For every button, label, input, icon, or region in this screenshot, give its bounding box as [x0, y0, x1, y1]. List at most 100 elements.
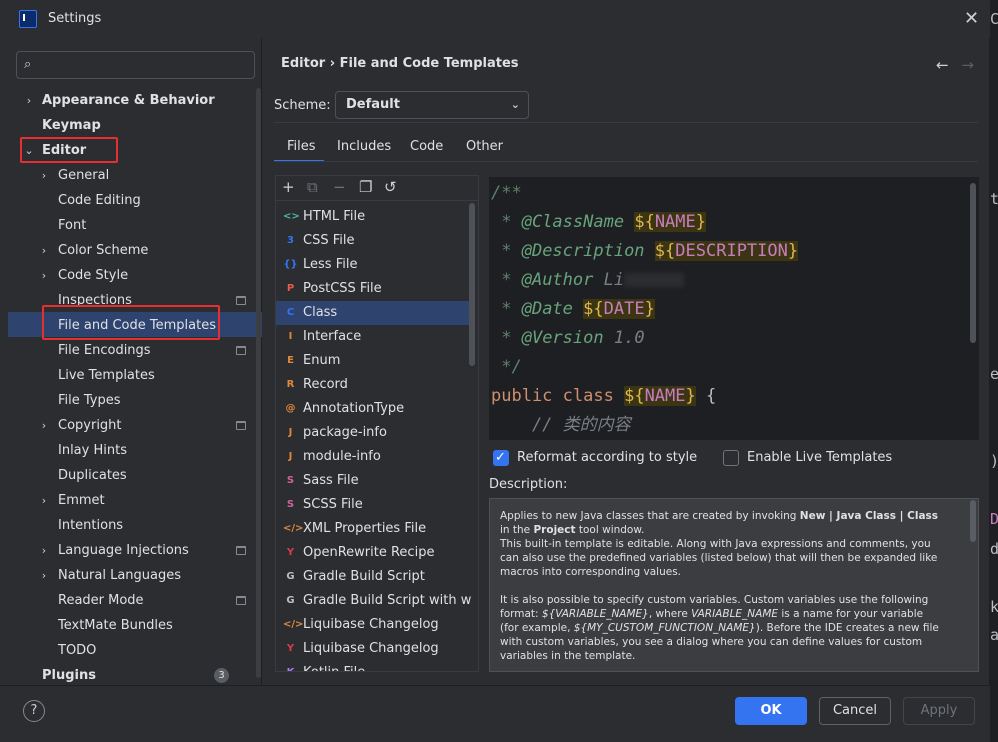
sidebar-item-natural-languages[interactable]: Natural Languages	[58, 563, 181, 588]
record-icon: R	[286, 379, 295, 390]
forward-arrow-icon[interactable]: →	[961, 56, 974, 74]
chevron-right-icon[interactable]: ›	[39, 419, 49, 432]
tabs-divider	[274, 161, 978, 162]
scheme-value: Default	[346, 97, 400, 112]
sidebar-item-todo[interactable]: TODO	[58, 638, 96, 663]
sidebar-item-font[interactable]: Font	[58, 213, 86, 238]
template-item[interactable]: I Interface	[276, 325, 472, 349]
class-icon: C	[286, 307, 295, 318]
template-item[interactable]: G Gradle Build Script with wrapp	[276, 589, 472, 613]
sidebar-item-file-encodings[interactable]: File Encodings	[58, 338, 151, 363]
template-item[interactable]: Y Liquibase Changelog	[276, 637, 472, 661]
chevron-right-icon[interactable]: ›	[39, 244, 49, 257]
template-item[interactable]: Jmodule-info	[276, 445, 472, 469]
add-icon[interactable]: +	[282, 178, 295, 196]
template-item[interactable]: E Enum	[276, 349, 472, 373]
template-item[interactable]: R Record	[276, 373, 472, 397]
sidebar-item-textmate-bundles[interactable]: TextMate Bundles	[58, 613, 173, 638]
cancel-button[interactable]: Cancel	[819, 697, 891, 725]
sidebar-item-code-style[interactable]: Code Style	[58, 263, 128, 288]
template-item[interactable]: Jpackage-info	[276, 421, 472, 445]
sidebar-item-general[interactable]: General	[58, 163, 109, 188]
back-arrow-icon[interactable]: ←	[936, 56, 949, 74]
gradle-icon: G	[286, 595, 295, 606]
window-title: Settings	[48, 11, 102, 26]
list-toolbar: + ⧉ − ❐ ↺	[276, 176, 478, 201]
sidebar-item-inlay-hints[interactable]: Inlay Hints	[58, 438, 127, 463]
description-scrollbar[interactable]	[970, 500, 976, 542]
html-icon: <>	[283, 211, 300, 222]
sidebar-item-intentions[interactable]: Intentions	[58, 513, 123, 538]
plugins-count-badge: 3	[214, 668, 229, 683]
chevron-right-icon[interactable]: ›	[39, 494, 49, 507]
sidebar-item-duplicates[interactable]: Duplicates	[58, 463, 127, 488]
code-line: * @Version 1.0	[491, 328, 645, 348]
template-item[interactable]: </> XML Properties File	[276, 517, 472, 541]
template-item[interactable]: Y OpenRewrite Recipe	[276, 541, 472, 565]
code-line: */	[491, 357, 522, 377]
template-item-label: module-info	[303, 449, 381, 464]
background-editor-strip: C t e ) D d k a	[990, 0, 998, 742]
search-input[interactable]: ⌕	[16, 51, 255, 79]
template-item-label: Kotlin File	[303, 661, 365, 671]
template-item[interactable]: G Gradle Build Script	[276, 565, 472, 589]
sidebar-item-file-types[interactable]: File Types	[58, 388, 121, 413]
live-templates-checkbox-row[interactable]: Enable Live Templates	[723, 448, 892, 468]
java-file-icon: J	[288, 427, 293, 438]
template-item[interactable]: S SCSS File	[276, 493, 472, 517]
apply-button[interactable]: Apply	[903, 697, 975, 725]
sidebar-item-code-editing[interactable]: Code Editing	[58, 188, 141, 213]
tab-files[interactable]: Files	[274, 134, 324, 162]
template-item[interactable]: C Class	[276, 301, 472, 325]
template-item[interactable]: S Sass File	[276, 469, 472, 493]
template-item[interactable]: </> Liquibase Changelog	[276, 613, 472, 637]
template-code-editor[interactable]: /** * @ClassName ${NAME} * @Description …	[489, 177, 979, 440]
help-button[interactable]: ?	[23, 700, 45, 722]
sidebar-item-live-templates[interactable]: Live Templates	[58, 363, 155, 388]
tab-code[interactable]: Code	[410, 134, 443, 162]
duplicate-icon[interactable]: ❐	[359, 178, 372, 196]
divider	[274, 122, 978, 123]
live-templates-checkbox[interactable]	[723, 450, 739, 466]
project-level-icon	[236, 546, 246, 555]
sidebar-scrollbar[interactable]	[256, 88, 261, 678]
sidebar-item-emmet[interactable]: Emmet	[58, 488, 105, 513]
reformat-checkbox-row[interactable]: Reformat according to style	[493, 448, 697, 468]
sidebar-item-appearance-behavior[interactable]: Appearance & Behavior	[42, 88, 215, 113]
remove-icon[interactable]: −	[333, 178, 346, 196]
template-item[interactable]: @ AnnotationType	[276, 397, 472, 421]
template-list-scrollbar[interactable]	[469, 203, 475, 366]
highlight-box-file-and-code-templates	[42, 305, 220, 340]
template-item[interactable]: P PostCSS File	[276, 277, 472, 301]
template-item[interactable]: <> HTML File	[276, 205, 472, 229]
editor-scrollbar[interactable]	[970, 183, 976, 343]
chevron-right-icon[interactable]: ›	[24, 94, 34, 107]
close-icon[interactable]: ✕	[964, 8, 979, 29]
copy-icon[interactable]: ⧉	[307, 178, 318, 196]
openrewrite-icon: Y	[286, 547, 295, 558]
ok-button[interactable]: OK	[735, 697, 807, 725]
chevron-right-icon[interactable]: ›	[39, 569, 49, 582]
template-item[interactable]: {} Less File	[276, 253, 472, 277]
scheme-dropdown[interactable]: Default ⌄	[335, 91, 529, 119]
sidebar-item-keymap[interactable]: Keymap	[42, 113, 101, 138]
chevron-right-icon[interactable]: ›	[39, 169, 49, 182]
sidebar-item-reader-mode[interactable]: Reader Mode	[58, 588, 144, 613]
sidebar-item-copyright[interactable]: Copyright	[58, 413, 122, 438]
intellij-logo-icon	[19, 10, 37, 28]
tab-other[interactable]: Other	[466, 134, 503, 162]
sidebar-item-color-scheme[interactable]: Color Scheme	[58, 238, 148, 263]
reset-icon[interactable]: ↺	[384, 178, 397, 196]
sidebar-item-language-injections[interactable]: Language Injections	[58, 538, 189, 563]
project-level-icon	[236, 421, 246, 430]
less-icon: {}	[283, 259, 298, 270]
chevron-right-icon[interactable]: ›	[39, 544, 49, 557]
project-level-icon	[236, 346, 246, 355]
reformat-checkbox[interactable]	[493, 448, 509, 468]
template-item[interactable]: K Kotlin File	[276, 661, 472, 671]
tab-includes[interactable]: Includes	[337, 134, 391, 162]
template-item[interactable]: 3 CSS File	[276, 229, 472, 253]
chevron-down-icon: ⌄	[510, 98, 520, 111]
description-label: Description:	[489, 477, 568, 492]
chevron-right-icon[interactable]: ›	[39, 269, 49, 282]
